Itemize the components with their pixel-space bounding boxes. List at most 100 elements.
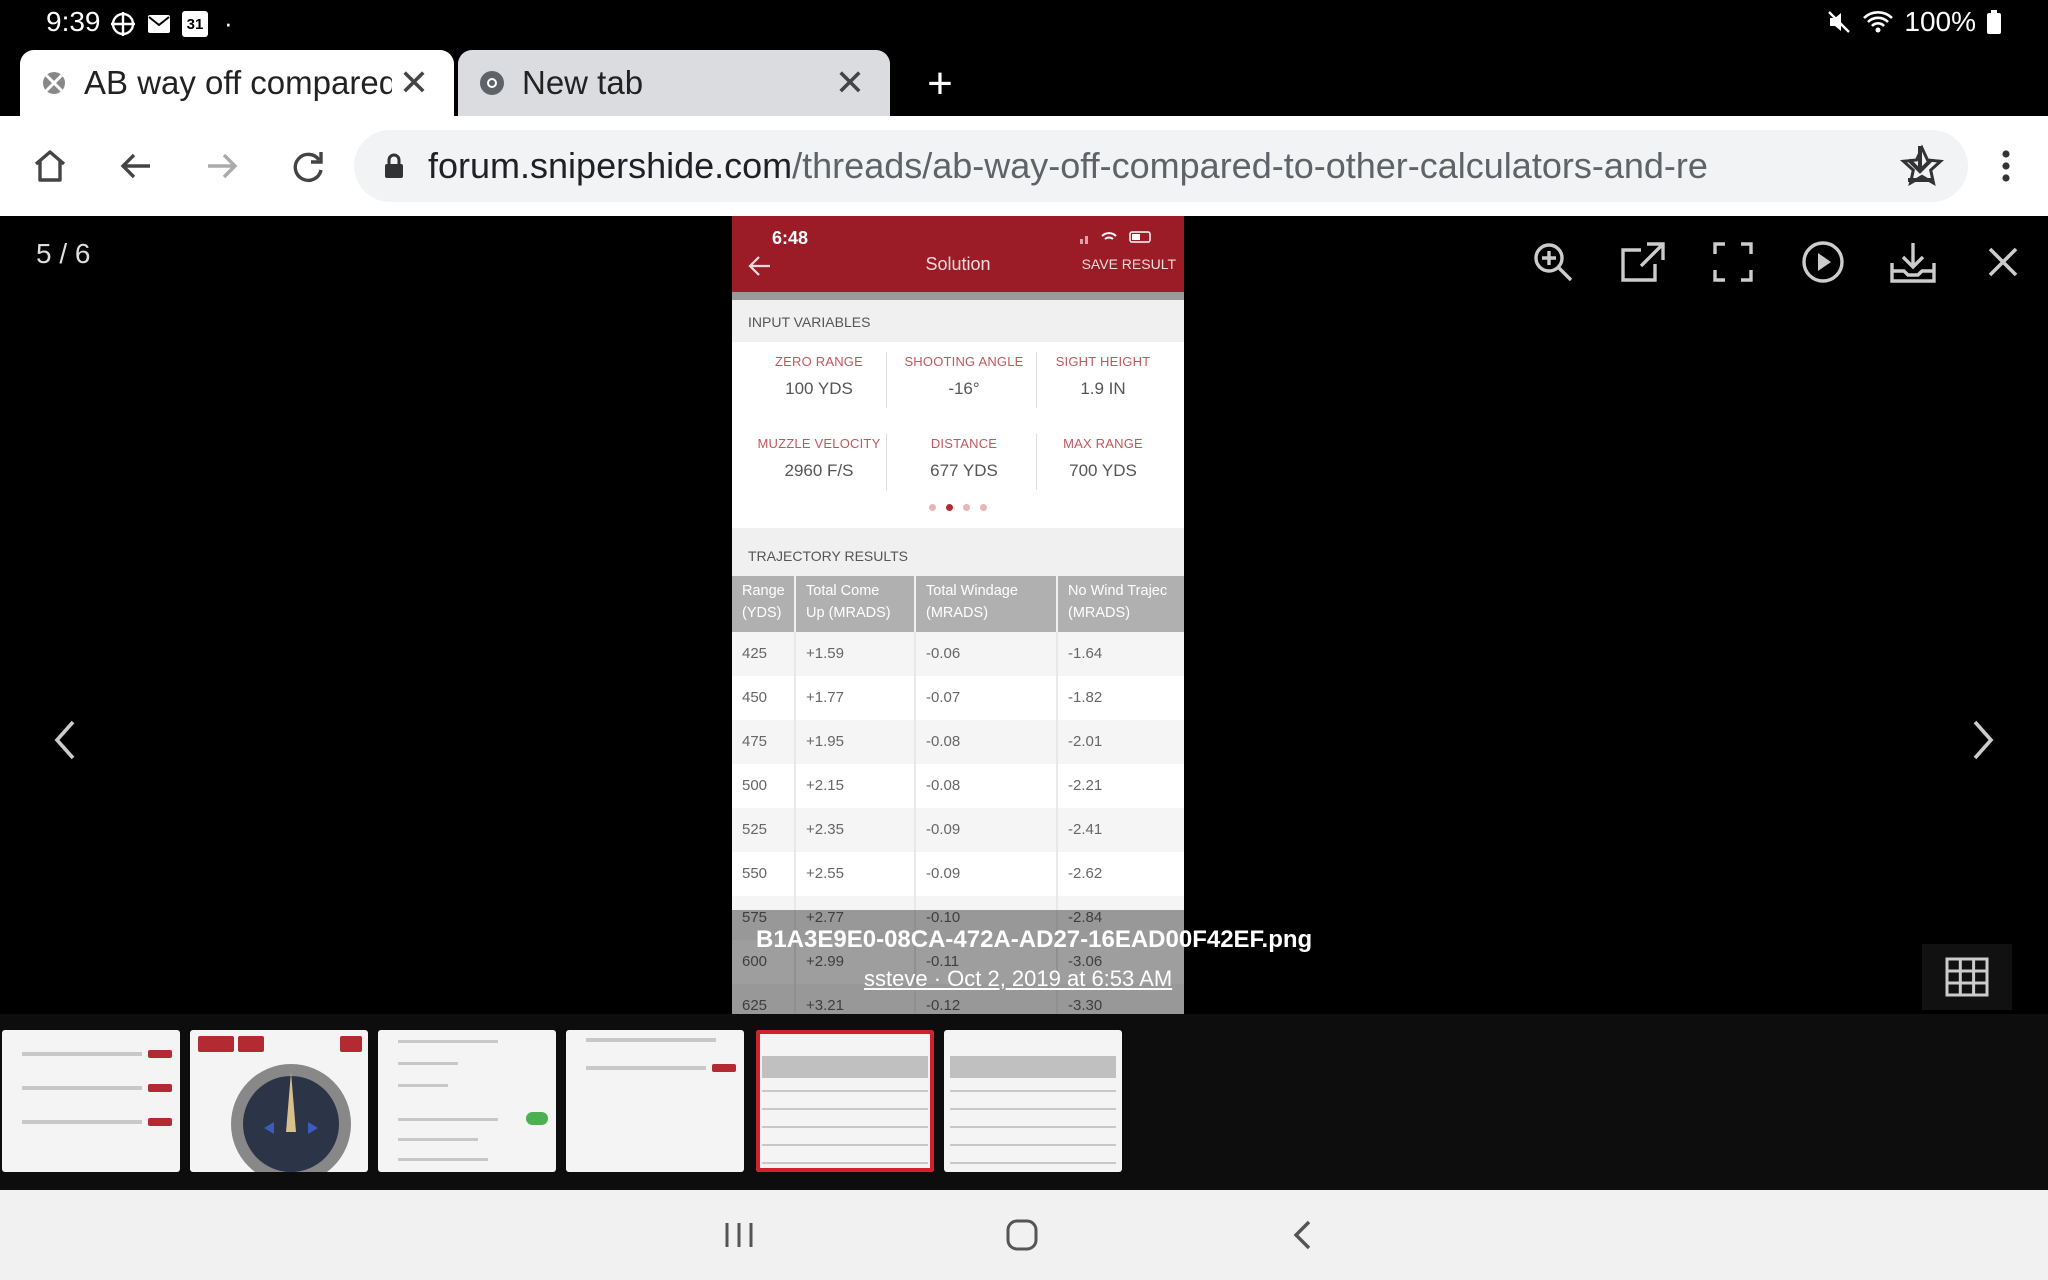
next-image-chevron-icon[interactable] (1954, 700, 2014, 780)
download-icon[interactable] (1896, 140, 1944, 188)
iv-value: 1.9 IN (1080, 379, 1126, 398)
table-cell: 500 (732, 764, 796, 808)
thumbnail-6[interactable] (944, 1030, 1122, 1172)
slideshow-play-icon[interactable] (1778, 234, 1868, 290)
thumb-line (398, 1084, 448, 1087)
image-counter: 5 / 6 (36, 238, 91, 269)
address-bar[interactable]: forum.snipershide.com/threads/ab-way-off… (354, 130, 1968, 202)
table-cell: -0.06 (916, 632, 1058, 676)
table-cell: 525 (732, 808, 796, 852)
thumbnail-1[interactable] (2, 1030, 180, 1172)
tab-new-tab[interactable]: New tab ✕ (458, 50, 890, 116)
mute-icon (1828, 11, 1851, 33)
table-row: 550 +2.55 -0.09 -2.62 (732, 852, 1184, 896)
thumbnail-5-active[interactable] (756, 1030, 934, 1172)
iv-label: DISTANCE (930, 436, 998, 451)
tab-title: New tab (522, 64, 644, 101)
tab-ab-way-off[interactable]: AB way off compared ✕ (20, 50, 454, 116)
table-cell: -0.09 (916, 808, 1058, 852)
tab-title: AB way off compared (84, 64, 392, 101)
trajectory-results-heading: TRAJECTORY RESULTS (748, 548, 909, 564)
thumb-line (762, 1108, 928, 1110)
recent-apps-icon[interactable] (714, 1210, 764, 1260)
table-cell: -2.21 (1068, 777, 1103, 794)
thumbnail-4[interactable] (566, 1030, 744, 1172)
table-row: 425 +1.59 -0.06 -1.64 (732, 632, 1184, 676)
thumb-line (22, 1086, 142, 1090)
col-header-line: (MRADS) (1068, 605, 1131, 621)
iv-value: -16° (948, 379, 980, 398)
table-cell: -0.09 (916, 852, 1058, 896)
system-back-icon[interactable] (1278, 1210, 1328, 1260)
table-cell: +2.35 (796, 808, 916, 852)
image-lightbox: 5 / 6 6:48 Solution SAVE RESULT INPUT VA… (0, 216, 2048, 1190)
table-cell: -2.62 (1068, 865, 1103, 882)
url-host: forum.snipershide.com (428, 145, 793, 186)
col-header-windage: Total Windage (MRADS) (916, 576, 1058, 632)
thumb-line (762, 1126, 928, 1128)
thumb-line (586, 1038, 716, 1042)
home-button-icon[interactable] (997, 1210, 1047, 1260)
col-header-range: Range (YDS) (732, 576, 796, 632)
forward-icon[interactable] (198, 142, 246, 190)
download-image-icon[interactable] (1868, 234, 1958, 290)
thumbnail-3[interactable] (378, 1030, 556, 1172)
open-external-icon[interactable] (1598, 234, 1688, 290)
thumbnail-grid-icon[interactable] (1922, 944, 2012, 1010)
thumb-toggle (526, 1112, 548, 1125)
back-icon[interactable] (112, 142, 160, 190)
table-cell: -0.08 (916, 720, 1058, 764)
phone-header: 6:48 Solution SAVE RESULT (732, 216, 1184, 292)
lightbox-image[interactable]: 6:48 Solution SAVE RESULT INPUT VARIABLE… (732, 216, 1184, 1014)
iv-label: ZERO RANGE (775, 354, 863, 369)
reload-icon[interactable] (284, 142, 332, 190)
thumb-line (398, 1062, 458, 1065)
tab-close-icon[interactable]: ✕ (828, 61, 872, 105)
status-time: 9:39 (46, 6, 101, 37)
iv-label: SIGHT HEIGHT (1055, 354, 1151, 369)
previous-image-chevron-icon[interactable] (34, 700, 94, 780)
tab-close-icon[interactable]: ✕ (392, 61, 436, 105)
status-icons-right: 100% (1826, 6, 2002, 38)
calendar-icon: 31 (182, 10, 208, 37)
new-tab-plus-icon[interactable]: + (918, 62, 962, 108)
table-cell: -1.64 (1068, 645, 1103, 662)
dot-icon: · (224, 8, 233, 38)
iv-value: 100 YDS (785, 379, 853, 398)
iv-value: 677 YDS (930, 461, 998, 480)
thumb-line (398, 1138, 478, 1141)
url-path: /threads/ab-way-off-compared-to-other-ca… (792, 145, 1708, 186)
browser-toolbar: forum.snipershide.com/threads/ab-way-off… (0, 116, 2048, 216)
image-byline-link[interactable]: ssteve · Oct 2, 2019 at 6:53 AM (864, 966, 1172, 992)
home-icon[interactable] (26, 142, 74, 190)
thumb-red-block (148, 1084, 172, 1092)
lock-icon[interactable] (380, 152, 408, 180)
status-bar: 9:39 31 · 100% (0, 0, 2048, 44)
battery-icon (1987, 10, 2001, 34)
table-cell: 450 (732, 676, 796, 720)
more-menu-icon[interactable] (1982, 142, 2030, 190)
input-distance: DISTANCE 677 YDS (884, 436, 1044, 481)
page-dot (929, 504, 936, 511)
thumb-line (762, 1144, 928, 1146)
url-text[interactable]: forum.snipershide.com/threads/ab-way-off… (428, 145, 1882, 187)
android-nav-bar (0, 1190, 2048, 1280)
phone-band (732, 292, 1184, 300)
calendar-day: 31 (186, 15, 204, 33)
thumb-table-header (950, 1056, 1116, 1078)
battery-percent: 100% (1904, 6, 1976, 37)
thumb-line (22, 1120, 142, 1124)
compass-thumb-icon (231, 1064, 351, 1172)
input-zero-range: ZERO RANGE 100 YDS (744, 354, 894, 399)
page-dot-active (946, 504, 953, 511)
fullscreen-icon[interactable] (1688, 234, 1778, 290)
table-cell: -2.01 (1068, 733, 1103, 750)
close-lightbox-icon[interactable] (1958, 234, 2048, 290)
input-shooting-angle: SHOOTING ANGLE -16° (884, 354, 1044, 399)
table-cell: +1.95 (796, 720, 916, 764)
table-row: 525 +2.35 -0.09 -2.41 (732, 808, 1184, 852)
zoom-in-icon[interactable] (1508, 234, 1598, 290)
iv-value: 700 YDS (1069, 461, 1137, 480)
thumbnail-2[interactable] (190, 1030, 368, 1172)
col-header-line: Total Windage (926, 583, 1018, 599)
